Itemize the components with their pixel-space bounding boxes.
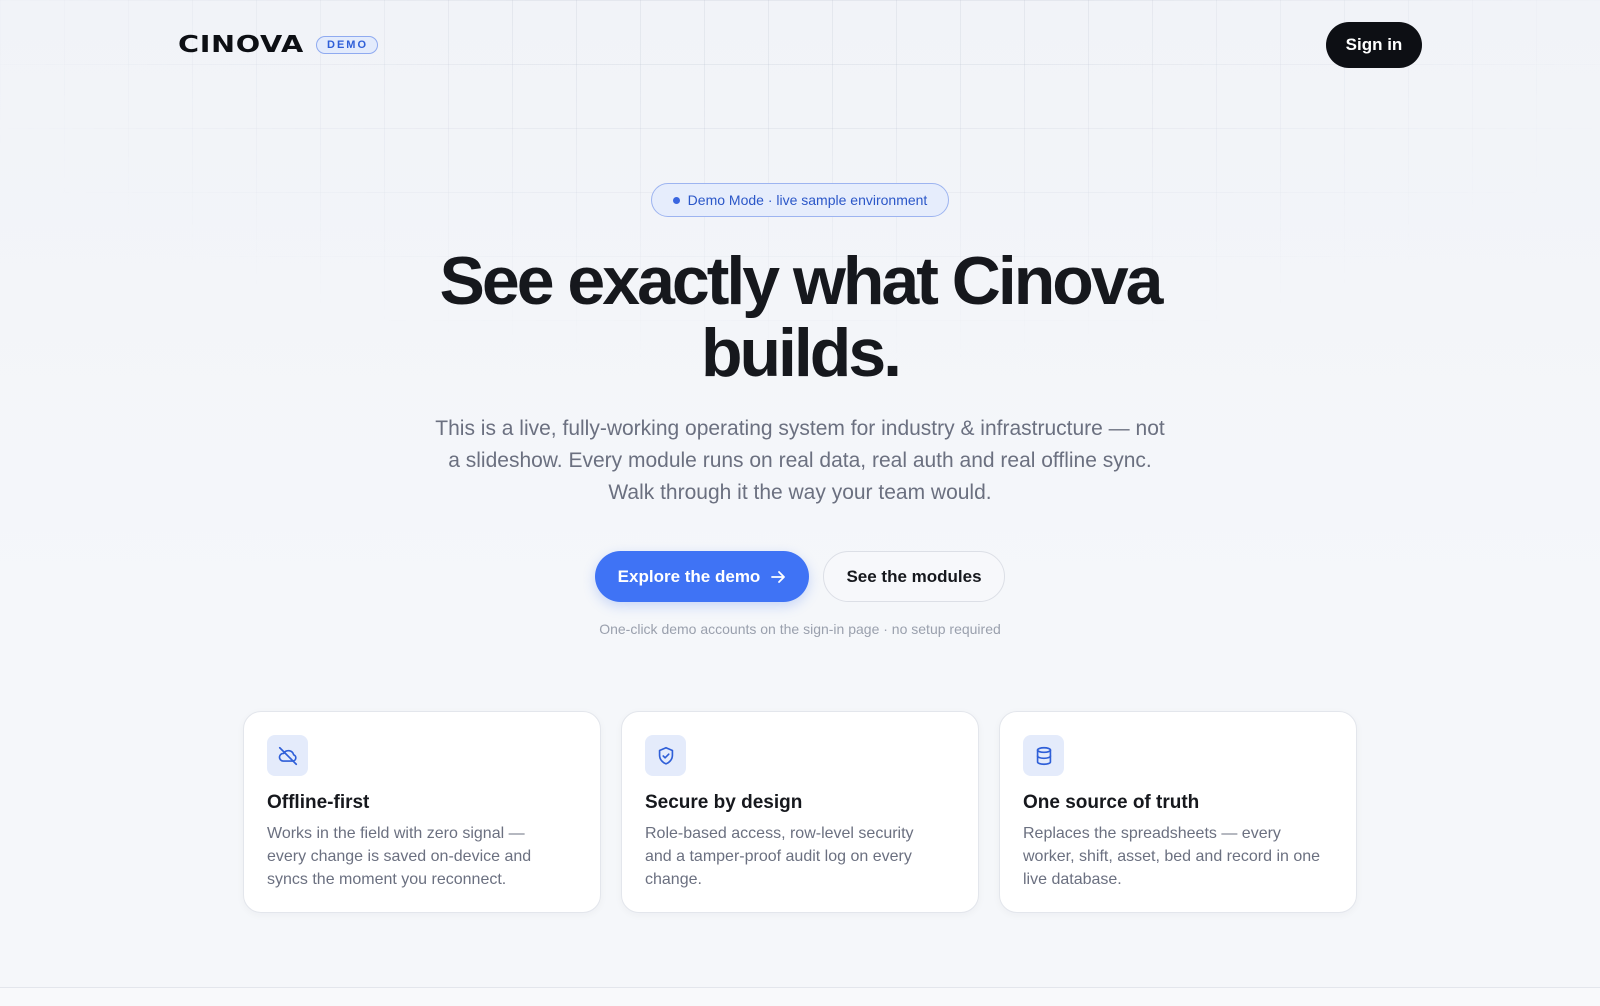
hero-title: See exactly what Cinova builds. bbox=[300, 245, 1300, 389]
feature-description: Works in the field with zero signal — ev… bbox=[267, 822, 578, 891]
demo-mode-pill: Demo Mode · live sample environment bbox=[651, 183, 949, 217]
status-dot-icon bbox=[672, 196, 680, 204]
feature-title: Offline-first bbox=[267, 792, 370, 813]
sign-in-button[interactable]: Sign in bbox=[1326, 22, 1422, 68]
shield-check-icon bbox=[645, 735, 686, 776]
footer-strip bbox=[0, 988, 1600, 1006]
hero-subtitle-line1: This is a live, fully-working operating … bbox=[435, 417, 1165, 440]
cta-row: Explore the demo See the modules bbox=[0, 551, 1600, 602]
explore-demo-button[interactable]: Explore the demo bbox=[595, 551, 809, 602]
feature-card-truth: One source of truth Replaces the spreads… bbox=[999, 711, 1357, 913]
feature-title: Secure by design bbox=[645, 792, 803, 813]
hero-title-line1: See exactly what Cinova bbox=[439, 243, 1164, 319]
demo-mode-label: Demo Mode · live sample environment bbox=[687, 192, 928, 208]
feature-description-line: every change is saved on-device and bbox=[267, 848, 532, 865]
cloud-off-icon bbox=[267, 735, 308, 776]
explore-demo-label: Explore the demo bbox=[617, 566, 761, 586]
feature-title: One source of truth bbox=[1023, 792, 1200, 813]
cinova-logo[interactable]: CINOVA bbox=[178, 32, 336, 58]
feature-description-line: change. bbox=[645, 871, 702, 888]
background-grid bbox=[0, 0, 1600, 460]
arrow-right-icon bbox=[771, 570, 786, 583]
top-nav: CINOVA DEMO Sign in bbox=[178, 22, 1422, 68]
hero-subtitle-line3: Walk through it the way your team would. bbox=[608, 481, 992, 504]
hero-subtitle-line2: a slideshow. Every module runs on real d… bbox=[448, 449, 1152, 472]
feature-description-line: Works in the field with zero signal — bbox=[267, 825, 525, 842]
feature-description-line: Role-based access, row-level security bbox=[645, 825, 914, 842]
feature-cards: Offline-first Works in the field with ze… bbox=[243, 711, 1357, 913]
feature-card-secure: Secure by design Role-based access, row-… bbox=[621, 711, 979, 913]
feature-description: Replaces the spreadsheets — every worker… bbox=[1023, 822, 1334, 891]
database-icon bbox=[1023, 735, 1064, 776]
hero-title-line2: builds. bbox=[700, 315, 902, 391]
see-modules-button[interactable]: See the modules bbox=[823, 551, 1005, 602]
feature-description-line: and a tamper-proof audit log on every bbox=[645, 848, 912, 865]
demo-accounts-note: One-click demo accounts on the sign-in p… bbox=[599, 621, 1001, 637]
hero-subtitle: This is a live, fully-working operating … bbox=[400, 413, 1200, 509]
feature-description-line: worker, shift, asset, bed and record in … bbox=[1023, 848, 1321, 865]
feature-card-offline: Offline-first Works in the field with ze… bbox=[243, 711, 601, 913]
brand: CINOVA DEMO bbox=[178, 32, 378, 58]
feature-description-line: syncs the moment you reconnect. bbox=[267, 871, 507, 888]
feature-description-line: Replaces the spreadsheets — every bbox=[1023, 825, 1281, 842]
landing-page: CINOVA DEMO Sign in Demo Mode · live sam… bbox=[0, 0, 1600, 1006]
feature-description-line: live database. bbox=[1023, 871, 1122, 888]
feature-description: Role-based access, row-level security an… bbox=[645, 822, 956, 891]
